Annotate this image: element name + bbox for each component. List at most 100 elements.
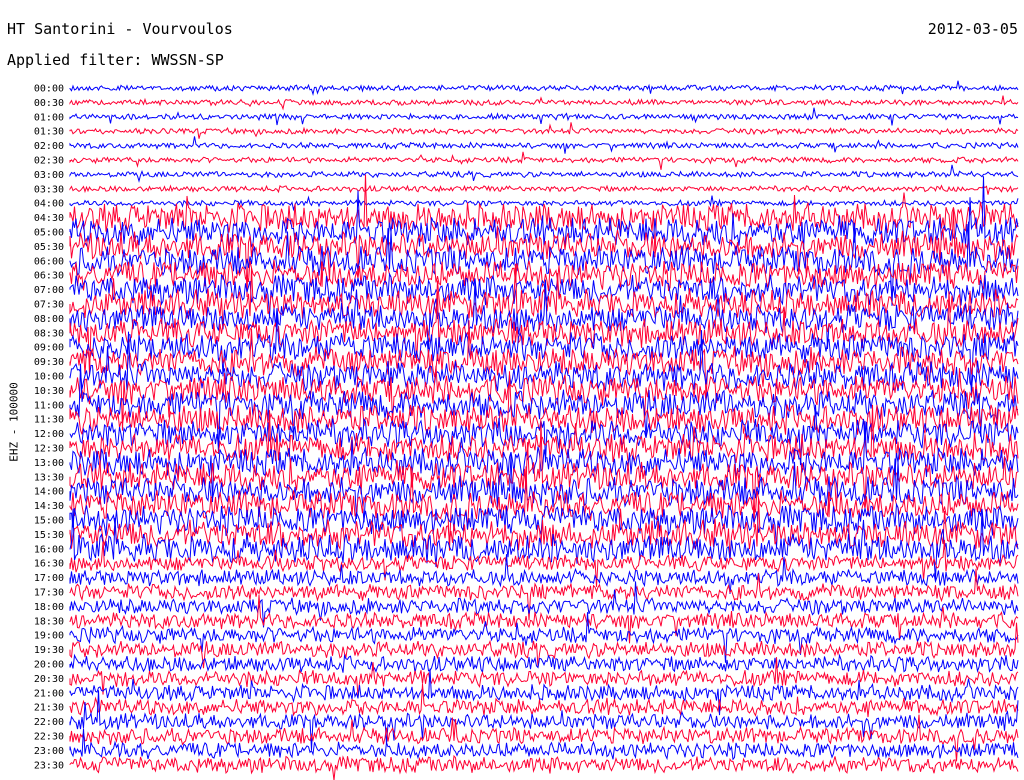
trace-time-label: 14:30 [34, 501, 64, 512]
seismic-trace [69, 420, 1019, 503]
seismic-trace [69, 657, 1019, 697]
seismic-trace [69, 683, 1019, 718]
seismic-trace [69, 278, 1019, 350]
trace-time-label: 19:30 [34, 645, 64, 656]
seismic-trace [69, 291, 1019, 375]
trace-time-label: 10:00 [34, 372, 64, 383]
seismic-trace [69, 221, 1019, 306]
trace-time-label: 01:00 [34, 112, 64, 123]
seismic-trace [69, 581, 1019, 628]
trace-time-label: 00:30 [34, 98, 64, 109]
helicorder-plot: 00:00 00:30 01:00 01:30 02:00 02:30 03:00 03:30… [34, 80, 1019, 780]
seismic-trace [69, 539, 1019, 587]
seismic-trace [69, 568, 1019, 621]
seismic-trace [69, 502, 1019, 548]
trace-time-label: 19:00 [34, 631, 64, 642]
trace-time-label: 02:00 [34, 141, 64, 152]
seismic-trace [69, 208, 1019, 298]
seismic-trace [69, 421, 1019, 528]
trace-time-label: 12:00 [34, 429, 64, 440]
seismic-trace [69, 754, 1019, 780]
trace-time-label: 01:30 [34, 127, 64, 138]
trace-time-label: 07:30 [34, 300, 64, 311]
trace-time-label: 20:30 [34, 674, 64, 685]
trace-time-label: 09:00 [34, 343, 64, 354]
filter-label: Applied filter: WWSSN-SP [7, 51, 224, 69]
trace-time-label: 18:00 [34, 602, 64, 613]
trace-time-label: 05:30 [34, 242, 64, 253]
trace-time-label: 16:30 [34, 559, 64, 570]
y-axis-label: EHZ - 100000 [7, 382, 21, 462]
trace-time-label: 22:00 [34, 717, 64, 728]
seismic-trace [69, 107, 1019, 126]
trace-time-label: 06:30 [34, 271, 64, 282]
trace-time-label: 06:00 [34, 256, 64, 267]
seismic-trace [69, 95, 1019, 111]
seismic-trace [69, 365, 1019, 431]
seismic-trace [69, 122, 1019, 139]
trace-time-label: 20:00 [34, 660, 64, 671]
seismic-trace [69, 363, 1019, 454]
seismic-trace [69, 263, 1019, 328]
trace-time-label: 03:30 [34, 184, 64, 195]
trace-time-label: 10:30 [34, 386, 64, 397]
trace-time-label: 02:30 [34, 156, 64, 167]
trace-time-label: 03:00 [34, 170, 64, 181]
trace-time-label: 11:30 [34, 415, 64, 426]
seismic-trace [69, 184, 1019, 195]
seismic-trace [69, 622, 1019, 669]
trace-time-label: 23:30 [34, 760, 64, 771]
trace-time-label: 13:30 [34, 472, 64, 483]
seismic-trace [69, 164, 1019, 183]
seismic-trace [69, 728, 1019, 761]
seismic-trace [69, 151, 1019, 170]
trace-time-label: 05:00 [34, 228, 64, 239]
seismic-trace [69, 136, 1019, 154]
seismic-trace [69, 80, 1019, 97]
seismic-trace [69, 404, 1019, 463]
trace-time-label: 00:00 [34, 84, 64, 95]
station-title: HT Santorini - Vourvoulos [7, 20, 233, 38]
trace-time-label: 08:00 [34, 314, 64, 325]
seismic-trace [69, 653, 1019, 674]
seismic-trace [69, 668, 1019, 716]
trace-time-label: 09:30 [34, 357, 64, 368]
seismic-trace [69, 320, 1019, 400]
trace-time-label: 17:30 [34, 588, 64, 599]
seismic-trace [69, 453, 1019, 523]
seismic-trace [69, 330, 1019, 393]
trace-time-label: 18:30 [34, 616, 64, 627]
date-label: 2012-03-05 [927, 20, 1018, 38]
seismic-trace [69, 195, 1019, 212]
seismic-trace [69, 271, 1019, 318]
trace-time-label: 15:00 [34, 516, 64, 527]
trace-time-label: 15:30 [34, 530, 64, 541]
seismic-trace [69, 594, 1019, 644]
trace-time-label: 13:00 [34, 458, 64, 469]
trace-time-label: 04:30 [34, 213, 64, 224]
seismic-trace [69, 554, 1019, 595]
trace-time-label: 21:30 [34, 703, 64, 714]
seismic-trace [69, 714, 1019, 762]
trace-time-label: 22:30 [34, 732, 64, 743]
seismic-trace [69, 404, 1019, 466]
seismic-trace [69, 174, 1019, 258]
seismic-trace [69, 612, 1019, 663]
seismic-trace [69, 371, 1019, 436]
trace-time-label: 23:00 [34, 746, 64, 757]
trace-time-label: 21:00 [34, 688, 64, 699]
trace-time-label: 11:00 [34, 400, 64, 411]
seismic-trace [69, 690, 1019, 751]
trace-time-label: 07:00 [34, 285, 64, 296]
trace-time-label: 08:30 [34, 328, 64, 339]
seismic-trace [69, 259, 1019, 292]
trace-time-label: 04:00 [34, 199, 64, 210]
trace-time-label: 16:00 [34, 544, 64, 555]
seismic-trace [69, 176, 1019, 250]
trace-time-label: 17:00 [34, 573, 64, 584]
trace-time-label: 14:00 [34, 487, 64, 498]
seismic-trace [69, 498, 1019, 559]
seismic-trace [69, 466, 1019, 551]
seismic-trace [69, 310, 1019, 398]
seismic-trace [69, 508, 1019, 580]
